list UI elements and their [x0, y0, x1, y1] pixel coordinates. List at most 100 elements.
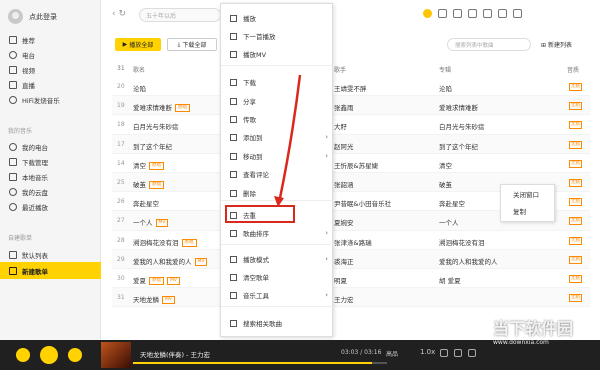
- song-tag[interactable]: 原唱: [149, 161, 164, 170]
- col-album[interactable]: 专辑: [439, 65, 451, 74]
- sidebar-item-live[interactable]: 直播: [0, 77, 101, 92]
- song-tag[interactable]: MV: [167, 276, 180, 285]
- song-singer[interactable]: 王靖雯不胖: [334, 83, 367, 93]
- sidebar-item-new-list[interactable]: 新建歌单: [0, 262, 101, 279]
- volume-icon[interactable]: [454, 349, 462, 357]
- album-cover[interactable]: [101, 342, 131, 368]
- song-title[interactable]: 爱我的人和我爱的人 MV: [133, 256, 208, 266]
- song-singer[interactable]: 大籽: [334, 121, 347, 131]
- now-playing-title[interactable]: 天地龙鳞(伴奏) - 王力宏: [140, 349, 210, 359]
- progress-bar[interactable]: [133, 362, 387, 364]
- song-tag[interactable]: MV: [194, 257, 208, 266]
- play-all-button[interactable]: ▶ 播放全部: [115, 38, 161, 51]
- context-menu-item[interactable]: 歌曲排序 ›: [221, 224, 334, 242]
- back-icon[interactable]: ‹: [112, 9, 116, 19]
- context-menu-item[interactable]: 分享: [221, 92, 334, 110]
- song-singer[interactable]: 裘海正: [334, 256, 354, 266]
- mini-mode-icon[interactable]: [498, 9, 507, 18]
- table-row[interactable]: 17 到了这个年纪 赵阿光 到了这个年纪 无损: [112, 134, 590, 154]
- context-menu-item[interactable]: 搜索相关歌曲: [221, 314, 334, 332]
- new-list-button[interactable]: ⊞ 新建列表: [541, 40, 572, 49]
- song-album[interactable]: 爱我的人和我爱的人: [439, 256, 498, 266]
- avatar[interactable]: [8, 9, 23, 24]
- minimize-icon[interactable]: [513, 9, 522, 18]
- song-title[interactable]: 破茧 原唱: [133, 179, 164, 189]
- prev-button[interactable]: [16, 348, 30, 362]
- song-singer[interactable]: 夏婉安: [334, 217, 354, 227]
- skin-icon[interactable]: [453, 9, 462, 18]
- headphones-icon[interactable]: [438, 9, 447, 18]
- song-album[interactable]: 清空: [439, 160, 452, 170]
- popup-close-window[interactable]: 关闭窗口: [501, 185, 554, 202]
- song-tag[interactable]: 原唱: [149, 276, 164, 285]
- playback-rate[interactable]: 1.0x: [420, 348, 435, 356]
- song-tag[interactable]: 原唱: [175, 104, 190, 113]
- sidebar-item-local[interactable]: 本地音乐: [0, 169, 101, 184]
- context-menu-item[interactable]: 播放: [221, 9, 334, 27]
- search-input[interactable]: 五十年以后: [139, 8, 221, 22]
- song-album[interactable]: 溯洄梅花没有泪: [439, 237, 485, 247]
- next-button[interactable]: [68, 348, 82, 362]
- context-menu-item[interactable]: 下一首播放: [221, 27, 334, 45]
- context-menu-item[interactable]: 下载: [221, 73, 334, 91]
- song-tag[interactable]: 原唱: [149, 180, 164, 189]
- sidebar-item-cloud[interactable]: 我的云盘: [0, 184, 101, 199]
- sidebar-item-my-radio[interactable]: 我的电台: [0, 139, 101, 154]
- song-album[interactable]: 到了这个年纪: [439, 141, 478, 151]
- song-album[interactable]: 爱难求情难断: [439, 102, 478, 112]
- popup-copy[interactable]: 复制: [501, 202, 554, 219]
- context-menu-item[interactable]: 播放模式 ›: [221, 250, 334, 268]
- song-title[interactable]: 清空 原唱: [133, 160, 164, 170]
- table-row[interactable]: 18 白月光与朱砂痣 大籽 白月光与朱砂痣 无损: [112, 115, 590, 135]
- song-title[interactable]: 天地龙鳞 MV: [133, 294, 175, 305]
- table-row[interactable]: 31 天地龙鳞 MV 王力宏 无损: [112, 288, 590, 308]
- song-album[interactable]: 胡 爱夏: [439, 275, 461, 285]
- song-title[interactable]: 到了这个年纪: [133, 141, 172, 151]
- context-menu-item[interactable]: 移动到 ›: [221, 147, 334, 165]
- context-menu-item[interactable]: 音乐工具 ›: [221, 286, 334, 304]
- loop-icon[interactable]: [440, 349, 448, 357]
- sidebar-item-video[interactable]: 视频: [0, 62, 101, 77]
- song-title[interactable]: 爱难求情难断 原唱: [133, 102, 190, 113]
- context-menu-item[interactable]: 添加到 ›: [221, 128, 334, 146]
- col-singer[interactable]: 歌手: [334, 65, 346, 74]
- sidebar-item-downloads[interactable]: 下载管理: [0, 154, 101, 169]
- table-row[interactable]: 30 爱夏 原唱 MV 明夏 胡 爱夏 无损: [112, 269, 590, 289]
- col-title[interactable]: 歌名: [133, 65, 145, 74]
- sidebar-item-hifi[interactable]: HiFi发烧音乐: [0, 92, 101, 107]
- context-menu-item[interactable]: 播放MV: [221, 45, 334, 63]
- lyrics-icon[interactable]: [468, 349, 476, 357]
- context-menu-item[interactable]: 查看评论: [221, 165, 334, 183]
- song-title[interactable]: 爱夏 原唱 MV: [133, 275, 180, 285]
- vip-icon[interactable]: [423, 9, 432, 18]
- settings-icon[interactable]: [483, 9, 492, 18]
- download-all-button[interactable]: ⤓ 下载全部: [167, 38, 217, 51]
- sidebar-item-recent[interactable]: 最近播放: [0, 199, 101, 214]
- table-row[interactable]: 19 爱难求情难断 原唱 张鑫雨 爱难求情难断 无损: [112, 96, 590, 116]
- table-row[interactable]: 29 爱我的人和我爱的人 MV 裘海正 爱我的人和我爱的人 无损: [112, 249, 590, 269]
- song-singer[interactable]: 赵阿光: [334, 141, 354, 151]
- song-album[interactable]: 一个人: [439, 217, 459, 227]
- login-area[interactable]: 点此登录: [8, 9, 57, 24]
- song-title[interactable]: 溯洄梅花没有泪 原唱: [133, 237, 197, 247]
- song-tag[interactable]: MV: [155, 219, 169, 228]
- sidebar-item-recommend[interactable]: 推荐: [0, 32, 101, 47]
- quality-label[interactable]: 高品: [386, 349, 398, 358]
- song-title[interactable]: 沦陷: [133, 83, 146, 93]
- table-row[interactable]: 28 溯洄梅花没有泪 原唱 张津涤&路瑞 溯洄梅花没有泪 无损: [112, 231, 590, 250]
- sidebar-item-radio[interactable]: 电台: [0, 47, 101, 62]
- song-album[interactable]: 奔赴星空: [439, 198, 465, 208]
- song-singer[interactable]: 尹昔眠&小田音乐社: [334, 198, 391, 208]
- song-tag[interactable]: MV: [162, 296, 175, 305]
- table-row[interactable]: 20 沦陷 王靖雯不胖 沦陷 无损: [112, 77, 590, 97]
- song-title[interactable]: 一个人 MV: [133, 217, 169, 228]
- search-list-input[interactable]: 搜索列表中歌曲: [447, 38, 531, 51]
- sidebar-item-default-list[interactable]: 默认列表: [0, 247, 101, 262]
- song-album[interactable]: 沦陷: [439, 83, 452, 93]
- song-singer[interactable]: 张韶涵: [334, 179, 354, 189]
- song-album[interactable]: 破茧: [439, 179, 452, 189]
- table-row[interactable]: 14 清空 原唱 王忻辰&苏星婕 清空 无损: [112, 154, 590, 173]
- refresh-icon[interactable]: ↻: [118, 9, 126, 19]
- login-label[interactable]: 点此登录: [29, 12, 57, 22]
- song-singer[interactable]: 王力宏: [334, 294, 354, 304]
